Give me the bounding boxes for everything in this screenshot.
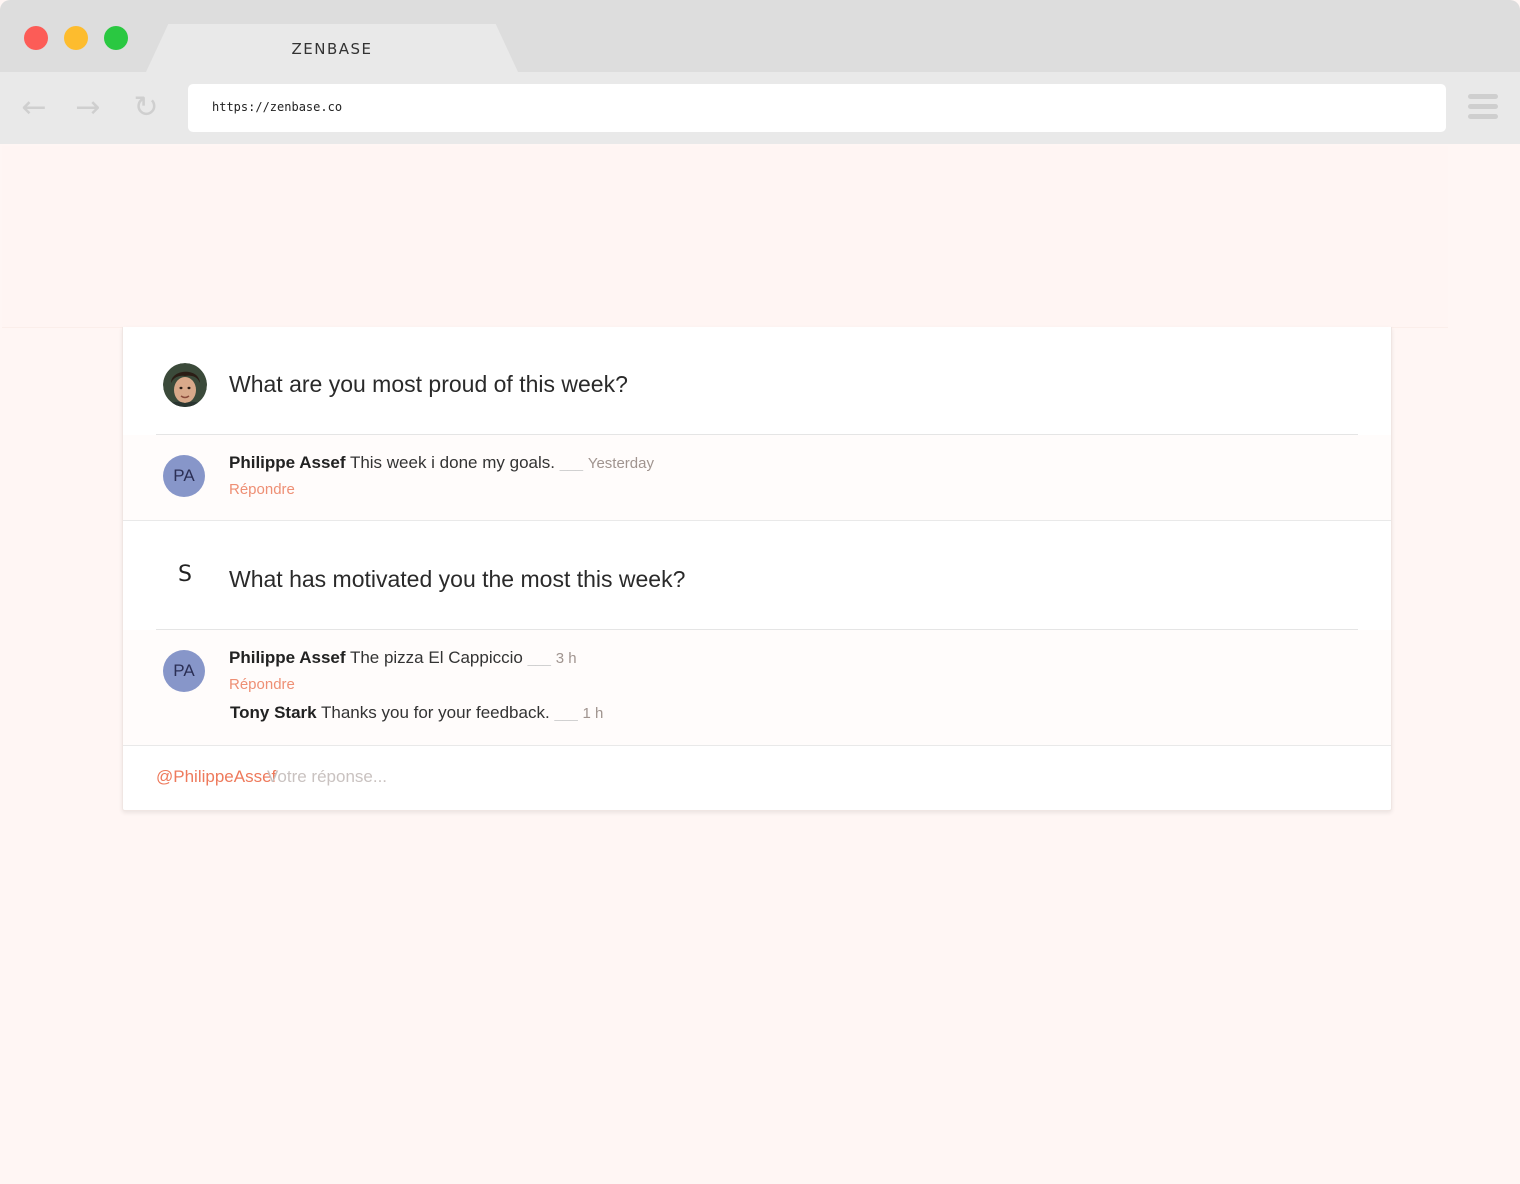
maximize-window-button[interactable] [104, 26, 128, 50]
reply-input[interactable] [267, 763, 1267, 791]
answer-text: The pizza El Cappiccio [349, 648, 523, 667]
browser-tab[interactable]: ZENBASE [146, 24, 518, 72]
tab-title: ZENBASE [291, 40, 373, 58]
arrow-left-icon[interactable]: ← [16, 90, 52, 126]
answer-author[interactable]: Philippe Assef [229, 453, 346, 472]
user-avatar-photo [163, 363, 207, 407]
reply-author[interactable]: Tony Stark [230, 703, 317, 722]
question-item: What are you most proud of this week? [123, 327, 1391, 435]
user-avatar-letter: S [178, 562, 192, 587]
answer-message: Philippe Assef This week i done my goals… [229, 453, 654, 473]
questions-card: What are you most proud of this week? PA… [122, 327, 1392, 811]
avatar: PA [163, 650, 205, 692]
reply-composer: @PhilippeAssef [123, 747, 1391, 810]
question-title: What has motivated you the most this wee… [229, 566, 686, 592]
reply-button[interactable]: Répondre [229, 676, 295, 693]
close-window-button[interactable] [24, 26, 48, 50]
browser-toolbar: ← → ↻ https://zenbase.co [0, 72, 1520, 144]
minimize-window-button[interactable] [64, 26, 88, 50]
browser-titlebar: ZENBASE [0, 0, 1520, 72]
page-content: What are you most proud of this week? PA… [0, 144, 1520, 1184]
answer-thread: PA Philippe Assef The pizza El Cappiccio… [123, 630, 1391, 746]
separator: ___ [527, 650, 551, 666]
reply-message: Tony Stark Thanks you for your feedback.… [230, 703, 603, 723]
answer-text: This week i done my goals. [349, 453, 555, 472]
answer-timestamp: 3 h [555, 650, 577, 667]
hamburger-menu-icon[interactable] [1468, 94, 1498, 120]
question-title: What are you most proud of this week? [229, 371, 628, 397]
arrow-right-icon[interactable]: → [70, 90, 106, 126]
question-item: S What has motivated you the most this w… [123, 522, 1391, 630]
mention-tag: @PhilippeAssef [156, 767, 277, 786]
separator: ___ [559, 455, 584, 471]
header-banner [2, 146, 1448, 328]
answer-message: Philippe Assef The pizza El Cappiccio __… [229, 648, 577, 668]
reply-timestamp: 1 h [582, 705, 604, 722]
address-bar[interactable]: https://zenbase.co [188, 84, 1446, 132]
answer-author[interactable]: Philippe Assef [229, 648, 346, 667]
answer-thread: PA Philippe Assef This week i done my go… [123, 435, 1391, 521]
reload-icon[interactable]: ↻ [128, 90, 164, 126]
separator: ___ [554, 705, 578, 721]
reply-button[interactable]: Répondre [229, 481, 295, 498]
url-text: https://zenbase.co [212, 100, 343, 114]
avatar: PA [163, 455, 205, 497]
answer-timestamp: Yesterday [587, 455, 654, 472]
reply-text: Thanks you for your feedback. [321, 703, 550, 722]
